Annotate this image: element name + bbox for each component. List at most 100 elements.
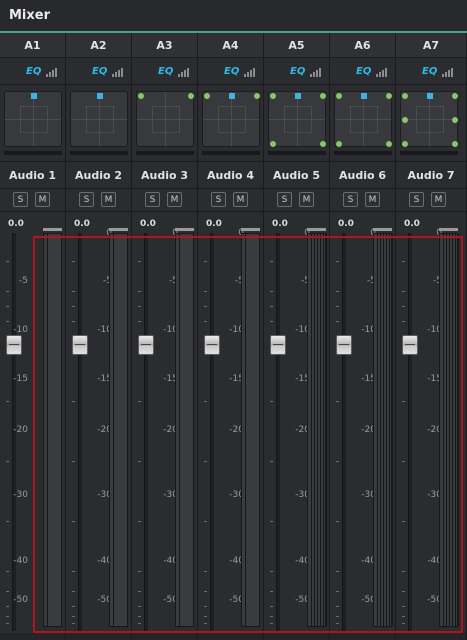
pan-point-icon: [427, 93, 433, 99]
solo-button[interactable]: S: [343, 192, 358, 207]
fader-area: -5 -10 -15 -20 -30 -40 -50: [0, 228, 65, 633]
scale-tick: [204, 261, 207, 262]
solo-button[interactable]: S: [145, 192, 160, 207]
scale-tick: [402, 591, 405, 592]
track-name: Audio 7: [396, 163, 466, 189]
eq-label: EQ: [158, 66, 174, 77]
scale-tick: [270, 306, 273, 307]
strip-footer: [0, 633, 65, 640]
volume-fader[interactable]: [6, 335, 22, 355]
channel-id: A5: [264, 33, 329, 58]
level-meter: [175, 233, 194, 627]
solo-mute-row: SM: [132, 190, 197, 212]
meter-peak: [307, 228, 326, 231]
pan-point-icon: [402, 141, 408, 147]
eq-button[interactable]: EQ: [66, 59, 131, 85]
eq-button[interactable]: EQ: [264, 59, 329, 85]
level-meter: [439, 233, 459, 627]
mute-button[interactable]: M: [167, 192, 182, 207]
scale-tick: [6, 521, 9, 522]
pan-section: [132, 86, 197, 162]
scale-tick: [72, 321, 75, 322]
volume-readout: 0.0: [272, 219, 288, 229]
scale-tick: [138, 461, 141, 462]
strip-footer: [264, 633, 329, 640]
solo-button[interactable]: S: [409, 192, 424, 207]
solo-button[interactable]: S: [79, 192, 94, 207]
solo-mute-row: SM: [198, 190, 263, 212]
scale-tick: [138, 401, 141, 402]
solo-button[interactable]: S: [211, 192, 226, 207]
pan-point-icon: [402, 117, 408, 123]
pan-point-icon: [402, 93, 408, 99]
volume-fader[interactable]: [72, 335, 88, 355]
scale-tick: [72, 261, 75, 262]
eq-button[interactable]: EQ: [0, 59, 65, 85]
scale-tick: [204, 616, 207, 617]
eq-button[interactable]: EQ: [396, 59, 466, 85]
pan-control[interactable]: [4, 91, 62, 147]
scale-tick: [402, 321, 405, 322]
channel-id: A6: [330, 33, 395, 58]
signal-bars-icon: [376, 68, 390, 77]
eq-label: EQ: [224, 66, 240, 77]
pan-point-icon: [204, 93, 210, 99]
fader-area: 0-5-10-15-20-30-40-50: [396, 228, 466, 633]
volume-fader[interactable]: [138, 335, 154, 355]
meter-peak: [373, 228, 392, 231]
volume-fader[interactable]: [270, 335, 286, 355]
pan-control[interactable]: [400, 91, 458, 147]
pan-section: [264, 86, 329, 162]
level-meter: [307, 233, 327, 627]
eq-button[interactable]: EQ: [132, 59, 197, 85]
pan-point-icon: [361, 93, 367, 99]
volume-readout: 0.0: [206, 219, 222, 229]
scale-tick: [270, 261, 273, 262]
scale-tick: [402, 261, 405, 262]
scale-tick: [204, 606, 207, 607]
mute-button[interactable]: M: [35, 192, 50, 207]
channel-strip: A2EQAudio 2SM0.00-5-10-15-20-30-40-50: [66, 33, 132, 640]
mute-button[interactable]: M: [101, 192, 116, 207]
mute-button[interactable]: M: [365, 192, 380, 207]
eq-label: EQ: [26, 66, 42, 77]
scale-tick: [138, 623, 141, 624]
solo-button[interactable]: S: [277, 192, 292, 207]
scale-tick: [138, 306, 141, 307]
mute-button[interactable]: M: [233, 192, 248, 207]
eq-button[interactable]: EQ: [198, 59, 263, 85]
scale-tick: [336, 591, 339, 592]
channel-id: A4: [198, 33, 263, 58]
pan-control[interactable]: [334, 91, 392, 147]
scale-label: -5: [19, 276, 28, 286]
scale-label: -15: [13, 374, 28, 384]
mute-button[interactable]: M: [431, 192, 446, 207]
track-name: Audio 3: [132, 163, 197, 189]
pan-section: [66, 86, 131, 162]
pan-section: [0, 86, 65, 162]
scale-tick: [6, 571, 9, 572]
channel-strip: A3EQAudio 3SM0.00-5-10-15-20-30-40-50: [132, 33, 198, 640]
eq-button[interactable]: EQ: [330, 59, 395, 85]
scale-tick: [204, 291, 207, 292]
volume-fader[interactable]: [336, 335, 352, 355]
level-meter: [241, 233, 260, 627]
pan-indicator-bar: [334, 151, 392, 155]
scale-tick: [402, 521, 405, 522]
mute-button[interactable]: M: [299, 192, 314, 207]
solo-mute-row: SM: [330, 190, 395, 212]
volume-fader[interactable]: [204, 335, 220, 355]
scale-tick: [204, 623, 207, 624]
pan-control[interactable]: [136, 91, 194, 147]
fader-track: [342, 233, 346, 631]
strip-footer: [330, 633, 395, 640]
pan-control[interactable]: [202, 91, 260, 147]
pan-control[interactable]: [268, 91, 326, 147]
pan-control[interactable]: [70, 91, 128, 147]
track-name: Audio 5: [264, 163, 329, 189]
solo-button[interactable]: S: [13, 192, 28, 207]
volume-fader[interactable]: [402, 335, 418, 355]
scale-tick: [336, 306, 339, 307]
scale-tick: [6, 591, 9, 592]
volume-readout: 0.0: [338, 219, 354, 229]
